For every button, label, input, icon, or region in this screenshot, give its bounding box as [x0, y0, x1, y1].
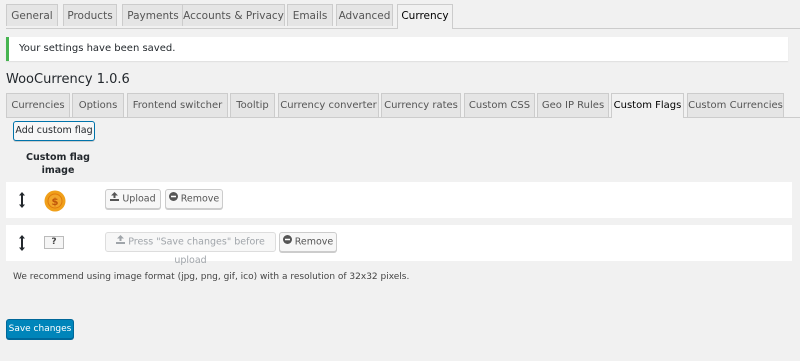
tab-general[interactable]: General [6, 4, 58, 26]
image-format-help-text: We recommend using image format (jpg, pn… [13, 272, 410, 282]
settings-tabs: General Products Payments Accounts & Pri… [6, 4, 800, 29]
upload-disabled-label: Press "Save changes" before upload [128, 236, 265, 266]
upload-icon [110, 190, 120, 208]
remove-label: Remove [180, 193, 220, 205]
upload-label: Upload [122, 193, 156, 205]
add-custom-flag-button[interactable]: Add custom flag [13, 121, 95, 141]
remove-button[interactable]: Remove [279, 232, 337, 252]
coin-flag-icon: $ [44, 190, 66, 215]
tab-currency-converter[interactable]: Currency converter [278, 93, 379, 117]
tab-frontend-switcher[interactable]: Frontend switcher [127, 93, 228, 117]
remove-icon [168, 190, 178, 208]
tab-options[interactable]: Options [72, 93, 124, 117]
notice-text: Your settings have been saved. [19, 43, 176, 54]
plugin-tabs: Currencies Options Frontend switcher Too… [6, 93, 800, 118]
tab-custom-currencies[interactable]: Custom Currencies [687, 93, 784, 117]
tab-currency-rates[interactable]: Currency rates [381, 93, 461, 117]
question-mark-flag-icon: ? [44, 236, 64, 249]
flag-row: $ Upload Remove [6, 182, 792, 218]
settings-saved-notice: Your settings have been saved. [6, 37, 788, 61]
tab-custom-css[interactable]: Custom CSS [464, 93, 535, 117]
remove-label: Remove [294, 236, 334, 248]
tab-tooltip[interactable]: Tooltip [230, 93, 275, 117]
flag-row: ? Press "Save changes" before upload Rem… [6, 225, 792, 266]
upload-button[interactable]: Upload [105, 189, 161, 209]
tab-geo-ip-rules[interactable]: Geo IP Rules [537, 93, 609, 117]
svg-text:$: $ [52, 197, 59, 208]
tab-products[interactable]: Products [63, 4, 117, 26]
tab-advanced[interactable]: Advanced [336, 4, 393, 26]
tab-emails[interactable]: Emails [287, 4, 333, 26]
upload-icon [116, 233, 126, 251]
tab-currency[interactable]: Currency [397, 4, 453, 29]
upload-disabled-button: Press "Save changes" before upload [105, 232, 276, 266]
drag-handle-icon[interactable] [19, 234, 25, 255]
tab-custom-flags[interactable]: Custom Flags [611, 93, 684, 118]
tab-accounts-privacy[interactable]: Accounts & Privacy [182, 4, 285, 26]
remove-icon [282, 233, 292, 251]
remove-button[interactable]: Remove [165, 189, 223, 209]
tab-currencies[interactable]: Currencies [6, 93, 70, 117]
drag-handle-icon[interactable] [19, 191, 25, 212]
plugin-title: WooCurrency 1.0.6 [6, 72, 130, 87]
tab-payments[interactable]: Payments [122, 4, 184, 26]
custom-flag-image-header: Custom flag image [26, 152, 90, 176]
save-changes-button[interactable]: Save changes [6, 319, 74, 339]
